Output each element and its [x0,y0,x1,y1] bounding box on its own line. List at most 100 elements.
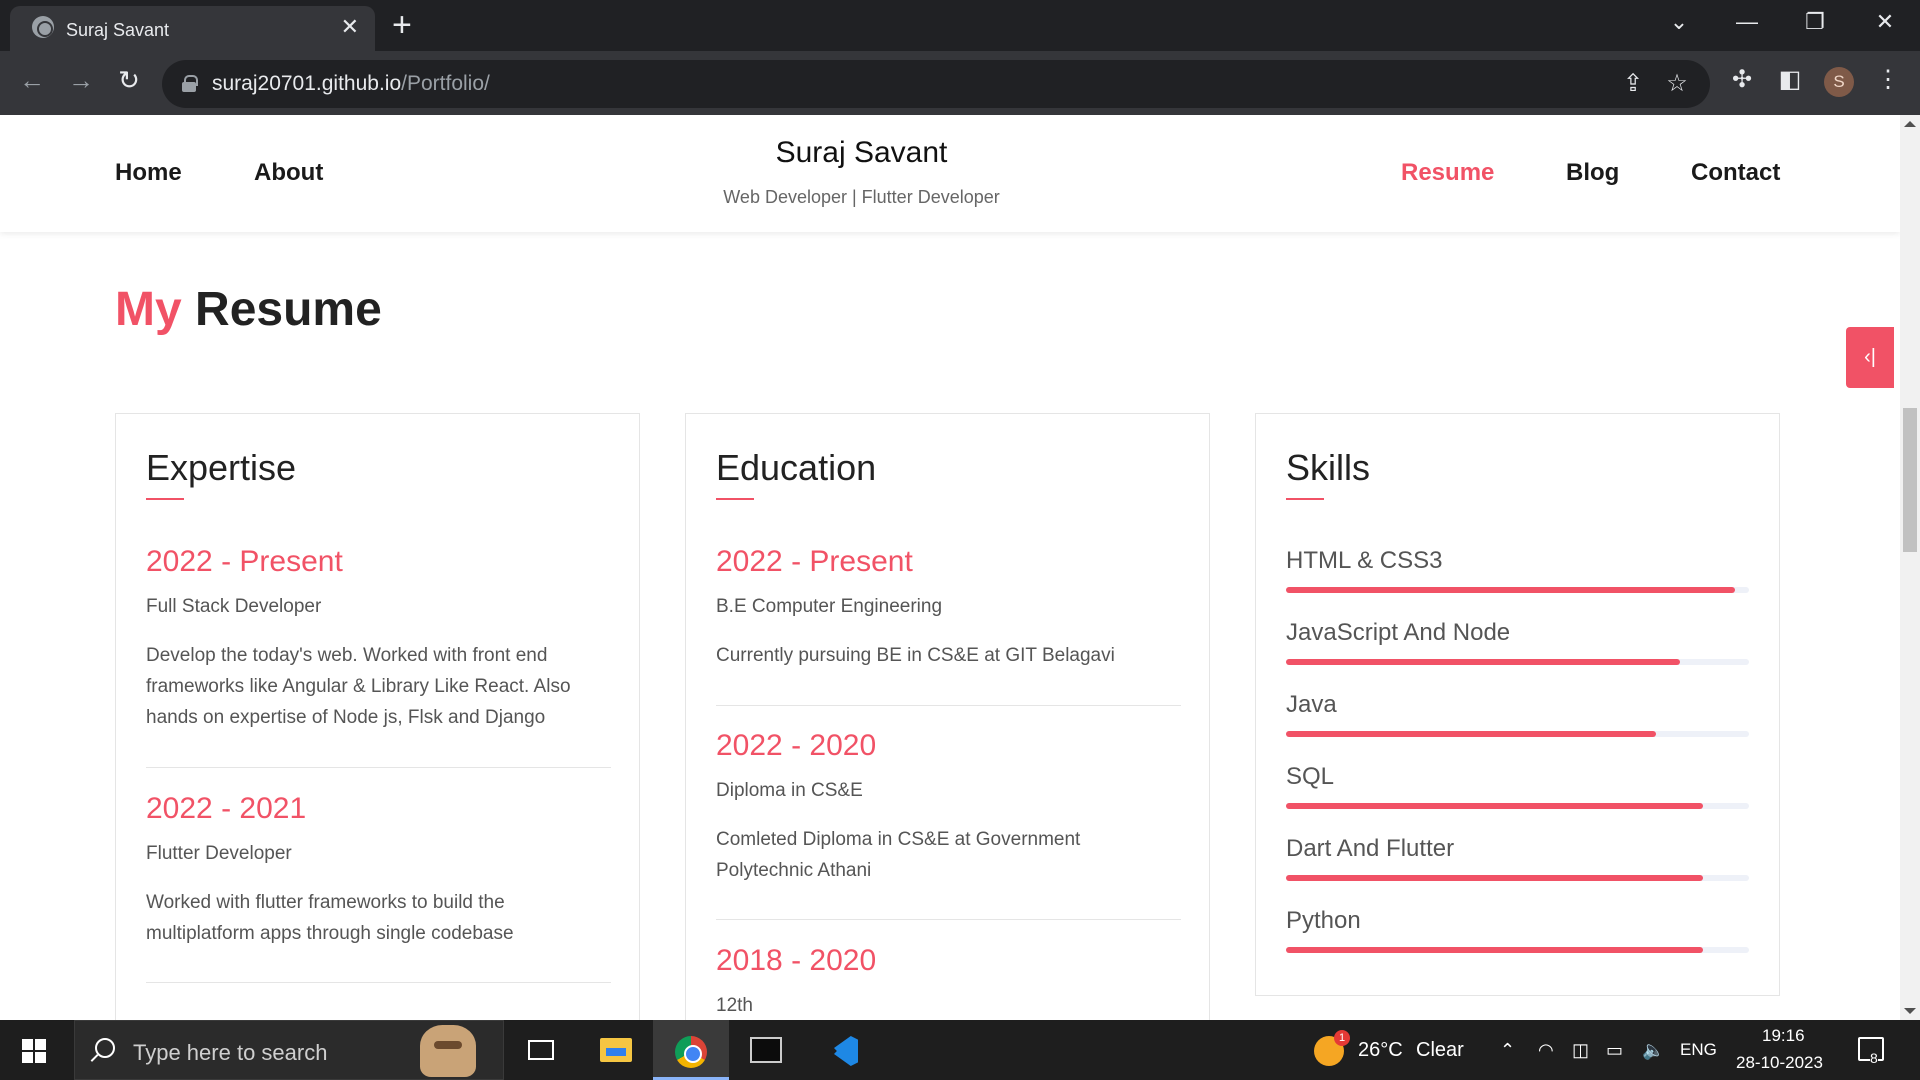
entry-year: 2022 - 2020 [716,729,877,762]
share-icon[interactable]: ⇪ [1618,70,1648,98]
star-icon[interactable]: ☆ [1662,70,1692,98]
expertise-entry: 2022 - 2021 Flutter Developer Worked wit… [146,792,611,983]
expertise-title: Expertise [146,447,297,488]
taskbar-search-box[interactable]: Type here to search [74,1020,504,1080]
side-panel-icon[interactable]: ◧ [1774,65,1806,95]
search-icon [95,1038,115,1058]
task-view-icon[interactable] [528,1040,554,1060]
title-underline [716,498,754,500]
entry-year: 2022 - 2021 [146,792,307,825]
browser-tab-bar: Suraj Savant ✕ + ⌄ — ❐ ✕ [0,0,1920,51]
skill-progress-fill [1286,947,1703,953]
settings-toggle-tab[interactable]: ‹| [1846,327,1894,388]
expertise-entry: 2022 - Present Full Stack Developer Deve… [146,545,611,768]
new-tab-button[interactable]: + [392,6,412,44]
skill-progress-fill [1286,659,1680,665]
forward-button[interactable]: → [63,65,99,95]
nav-resume[interactable]: Resume [1401,159,1494,187]
skill-name: JavaScript And Node [1286,619,1511,646]
chrome-icon[interactable] [675,1036,707,1068]
skill-item: Python [1286,907,1749,953]
minimize-button[interactable]: — [1727,8,1767,36]
close-window-button[interactable]: ✕ [1865,8,1905,36]
back-button[interactable]: ← [14,65,50,95]
nav-blog[interactable]: Blog [1566,159,1619,187]
skill-progress-track [1286,803,1749,809]
skills-card: Skills HTML & CSS3 JavaScript And Node Jav… [1255,413,1780,996]
entry-description: Comleted Diploma in CS&E at Government P… [716,829,1081,881]
tab-search-icon[interactable]: ⌄ [1659,8,1699,36]
reload-button[interactable]: ↻ [111,65,147,95]
windows-start-icon[interactable] [22,1039,46,1063]
page-scrollbar[interactable] [1900,115,1920,1020]
entry-year: 2018 - 2020 [716,944,877,977]
entry-role: Diploma in CS&E [716,780,863,801]
skill-progress-track [1286,947,1749,953]
skill-name: Java [1286,691,1337,718]
clock-date[interactable]: 28-10-2023 [1736,1053,1823,1073]
skill-progress-track [1286,659,1749,665]
page-viewport: Home About Suraj Savant Web Developer | … [0,115,1900,1020]
skill-progress-fill [1286,587,1736,593]
entry-role: B.E Computer Engineering [716,596,943,617]
scroll-down-arrow[interactable] [1904,1008,1916,1014]
brand-subtitle: Web Developer | Flutter Developer [723,187,1000,207]
divider [716,705,1181,706]
address-bar[interactable]: suraj20701.github.io/Portfolio/ ⇪ ☆ [162,60,1710,108]
restore-button[interactable]: ❐ [1795,8,1835,36]
education-entry: 2018 - 2020 12th [716,944,1181,1017]
close-tab-icon[interactable]: ✕ [341,15,359,39]
nav-contact[interactable]: Contact [1691,159,1780,187]
skill-name: SQL [1286,763,1335,790]
file-explorer-icon[interactable] [600,1038,632,1062]
entry-description: Currently pursuing BE in CS&E at GIT Bel… [716,645,1115,666]
url-text[interactable]: suraj20701.github.io/Portfolio/ [212,72,490,96]
weather-temperature[interactable]: 26°C [1358,1039,1403,1062]
skill-progress-track [1286,875,1749,881]
language-indicator[interactable]: ENG [1680,1040,1717,1060]
skill-name: HTML & CSS3 [1286,547,1443,574]
lock-icon[interactable] [182,75,198,92]
notification-count: 8 [1870,1050,1878,1066]
entry-description: Worked with flutter frameworks to build … [146,892,514,944]
skill-item: SQL [1286,763,1749,809]
skill-progress-fill [1286,875,1703,881]
terminal-icon[interactable] [750,1037,782,1063]
skill-progress-fill [1286,803,1703,809]
wifi-icon[interactable]: ◠ [1538,1039,1554,1061]
skill-progress-track [1286,731,1749,737]
vscode-icon[interactable] [826,1034,860,1068]
clock-time[interactable]: 19:16 [1762,1026,1805,1046]
entry-year: 2022 - Present [146,545,343,578]
skill-item: Dart And Flutter [1286,835,1749,881]
skill-item: Java [1286,691,1749,737]
expertise-card: Expertise 2022 - Present Full Stack Deve… [115,413,640,1020]
scrollbar-thumb[interactable] [1903,408,1917,552]
search-placeholder: Type here to search [133,1040,328,1065]
site-header: Home About Suraj Savant Web Developer | … [0,115,1900,232]
weather-description[interactable]: Clear [1416,1039,1464,1062]
browser-tab[interactable]: Suraj Savant ✕ [10,6,375,51]
education-entry: 2022 - Present B.E Computer Engineering … [716,545,1181,706]
extensions-icon[interactable]: ✣ [1726,65,1758,95]
entry-role: Flutter Developer [146,843,292,864]
title-underline [146,498,184,500]
section-title: My Resume [115,283,382,336]
meet-now-icon[interactable]: ◫ [1572,1039,1589,1061]
skill-progress-fill [1286,731,1657,737]
chevron-up-icon[interactable]: ⌃ [1500,1039,1515,1061]
divider [716,919,1181,920]
volume-icon[interactable]: 🔈 [1642,1039,1664,1061]
profile-avatar[interactable]: S [1824,67,1854,97]
education-entry: 2022 - 2020 Diploma in CS&E Comleted Dip… [716,729,1181,920]
scroll-up-arrow[interactable] [1904,121,1916,127]
browser-toolbar: ← → ↻ suraj20701.github.io/Portfolio/ ⇪ … [0,51,1920,115]
skill-name: Dart And Flutter [1286,835,1455,862]
search-highlight-icon[interactable] [420,1025,476,1077]
skill-name: Python [1286,907,1361,934]
windows-taskbar: Type here to search 1 26°C Clear ⌃ ◠ ◫ ▭… [0,1020,1920,1080]
menu-icon[interactable]: ⋮ [1872,65,1904,95]
battery-icon[interactable]: ▭ [1606,1039,1623,1061]
entry-role: 12th [716,995,753,1016]
weather-badge: 1 [1334,1030,1350,1046]
